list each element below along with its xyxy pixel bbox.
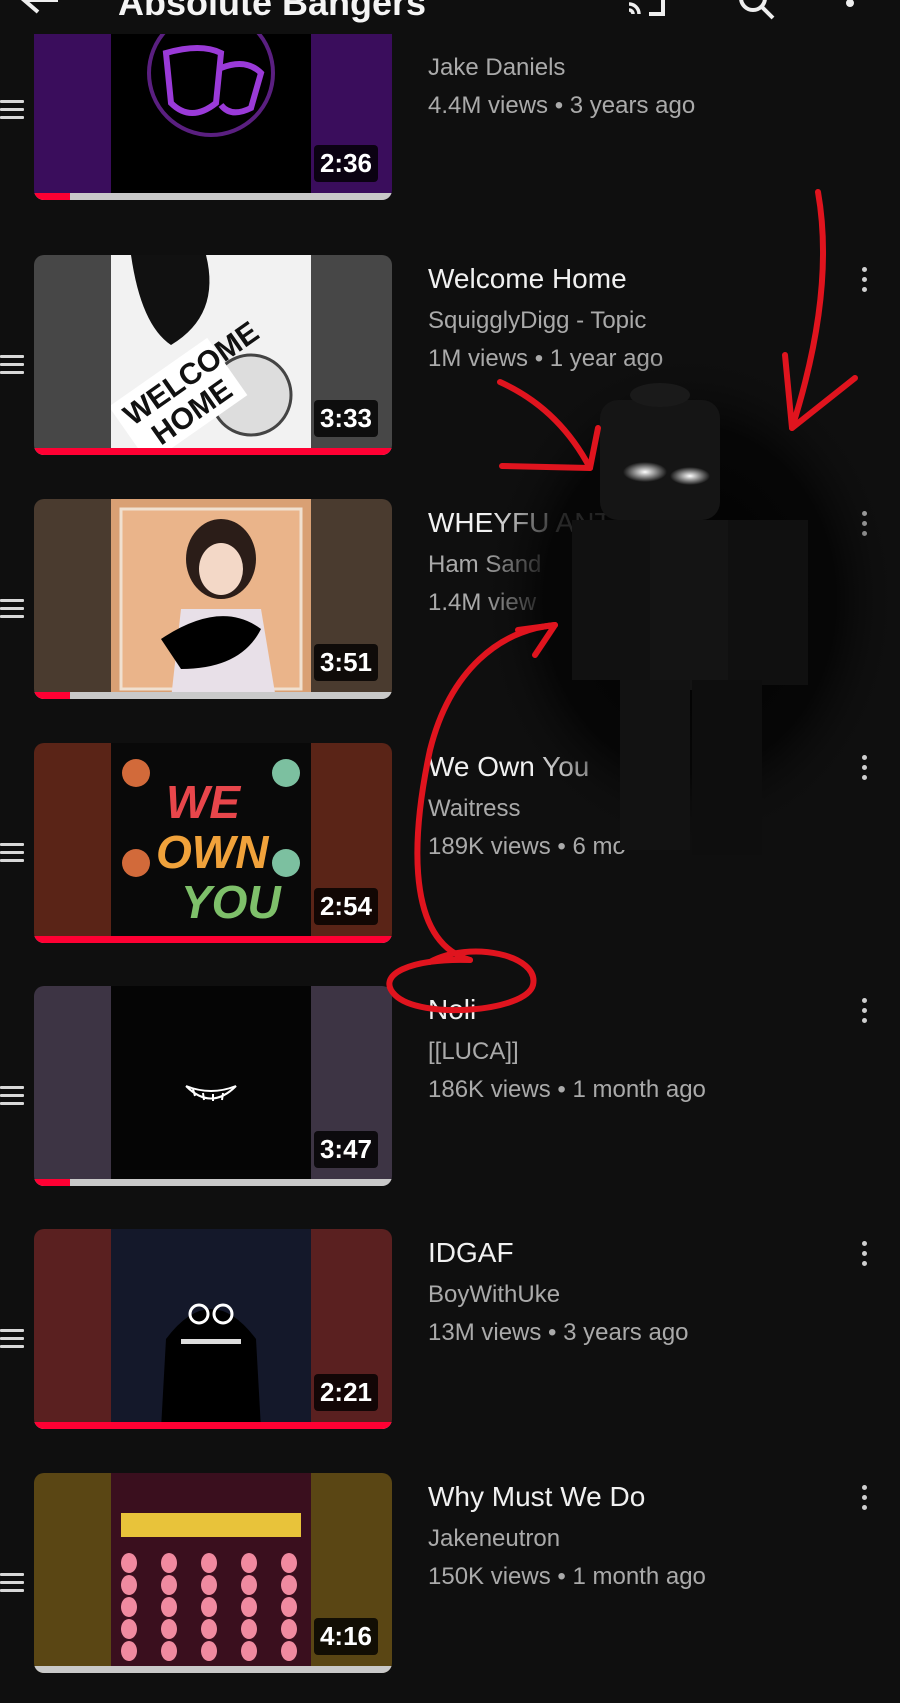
more-vert-icon[interactable] [856,511,872,543]
more-vert-icon[interactable] [856,1241,872,1273]
drag-handle-icon[interactable] [0,843,24,863]
playlist-item[interactable]: WELCOME HOME 3:33 Welcome Home SquigglyDigg … [0,255,900,485]
thumbnail-art: WEOWNYOU [111,743,311,943]
video-thumbnail[interactable]: 2:21 [34,1229,392,1429]
duration-badge: 3:51 [313,644,378,681]
video-thumbnail[interactable]: 4:16 [34,1473,392,1673]
playlist-item[interactable]: 2:36 Jake Daniels 4.4M views • 3 years ago [0,0,900,270]
video-info[interactable]: IDGAF BoyWithUke 13M views • 3 years ago [428,1237,848,1349]
more-vert-icon[interactable] [856,998,872,1030]
drag-handle-icon[interactable] [0,599,24,619]
playlist-item[interactable]: WE OWN YOU 2:54 We Own You Waitress 189K views… [0,743,900,973]
svg-text:OWN: OWN [156,826,269,878]
video-info[interactable]: Jake Daniels 4.4M views • 3 years ago [428,54,848,122]
thumbnail-art: WELCOMEHOME [111,255,311,455]
duration-badge: 2:54 [313,888,378,925]
duration-badge: 3:47 [313,1131,378,1168]
svg-text:YOU: YOU [181,876,282,928]
playlist-item[interactable]: 3:47 Noli [[LUCA]] 186K views • 1 month ago [0,986,900,1216]
channel-name: Jakeneutron [428,1525,561,1552]
video-meta: 150K views • 1 month ago [428,1563,706,1590]
video-info[interactable]: WHEYFU ANT Ham Sand 1.4M view [428,507,848,619]
playlist-item[interactable]: 2:21 IDGAF BoyWithUke 13M views • 3 years a… [0,1229,900,1459]
watch-progress-fill [34,936,392,943]
drag-handle-icon[interactable] [0,100,24,120]
watch-progress-bar [34,448,392,455]
cast-icon[interactable] [625,0,669,30]
search-icon[interactable] [735,0,779,30]
drag-handle-icon[interactable] [0,1086,24,1106]
duration-badge: 3:33 [313,400,378,437]
drag-handle-icon[interactable] [0,1329,24,1349]
watch-progress-bar [34,1422,392,1429]
thumbnail-art [111,1473,311,1673]
watch-progress-fill [34,1422,392,1429]
watch-progress-bar [34,193,392,200]
duration-badge: 4:16 [313,1618,378,1655]
more-vert-icon[interactable] [856,267,872,299]
video-title[interactable]: Why Must We Do [428,1481,848,1515]
more-vert-icon[interactable] [856,1485,872,1517]
watch-progress-fill [34,692,70,699]
playlist-title: Absolute Bangers [118,0,427,23]
duration-badge: 2:21 [313,1374,378,1411]
top-app-bar: Absolute Bangers [0,0,900,34]
more-vert-icon[interactable] [835,0,865,30]
playlist-item[interactable]: 3:51 WHEYFU ANT Ham Sand 1.4M view [0,499,900,729]
video-title[interactable]: Noli [428,994,848,1028]
watch-progress-bar [34,1179,392,1186]
video-title[interactable]: IDGAF [428,1237,848,1271]
video-meta: 1M views • 1 year ago [428,345,664,372]
arrow-left-icon[interactable] [18,0,62,30]
thumbnail-art [111,1229,311,1429]
watch-progress-fill [34,1179,70,1186]
video-thumbnail[interactable]: 3:51 [34,499,392,699]
video-title[interactable]: Welcome Home [428,263,848,297]
duration-badge: 2:36 [313,145,378,182]
video-thumbnail[interactable]: WE OWN YOU 2:54 [34,743,392,943]
video-info[interactable]: Why Must We Do Jakeneutron 150K views • 1 … [428,1481,848,1593]
video-thumbnail[interactable]: WELCOME HOME 3:33 [34,255,392,455]
channel-name: Jake Daniels [428,54,566,81]
video-meta: 1.4M view [428,589,537,616]
svg-text:WE: WE [166,776,241,828]
more-vert-icon[interactable] [856,755,872,787]
playlist-item[interactable]: 4:16 Why Must We Do Jakeneutron 150K views … [0,1473,900,1703]
channel-name: SquigglyDigg - Topic [428,307,647,334]
video-meta: 13M views • 3 years ago [428,1319,689,1346]
watch-progress-fill [34,448,392,455]
video-thumbnail[interactable]: 3:47 [34,986,392,1186]
video-title[interactable]: WHEYFU ANT [428,507,848,541]
drag-handle-icon[interactable] [0,1573,24,1593]
watch-progress-bar [34,692,392,699]
watch-progress-bar [34,1666,392,1673]
video-info[interactable]: Welcome Home SquigglyDigg - Topic 1M views… [428,263,848,375]
watch-progress-bar [34,936,392,943]
thumbnail-art [111,986,311,1186]
channel-name: Waitress [428,795,521,822]
video-meta: 186K views • 1 month ago [428,1076,706,1103]
channel-name: BoyWithUke [428,1281,561,1308]
video-title[interactable]: We Own You [428,751,848,785]
thumbnail-art [111,499,311,699]
channel-name: [[LUCA]] [428,1038,519,1065]
drag-handle-icon[interactable] [0,355,24,375]
video-meta: 4.4M views • 3 years ago [428,92,696,119]
video-info[interactable]: Noli [[LUCA]] 186K views • 1 month ago [428,994,848,1106]
video-meta: 189K views • 6 mo [428,833,626,860]
channel-name: Ham Sand [428,551,542,578]
watch-progress-fill [34,193,70,200]
video-info[interactable]: We Own You Waitress 189K views • 6 mo [428,751,848,863]
